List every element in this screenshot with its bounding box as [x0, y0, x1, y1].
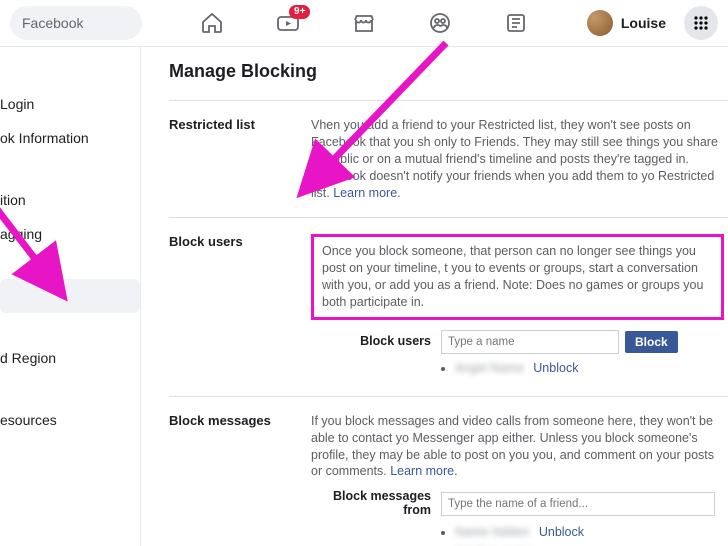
section-block-messages: Block messages If you block messages and…	[169, 396, 728, 546]
home-icon[interactable]	[200, 11, 224, 35]
block-users-desc: Once you block someone, that person can …	[311, 234, 724, 320]
avatar[interactable]	[587, 10, 613, 36]
block-messages-desc: If you block messages and video calls fr…	[311, 414, 714, 479]
apps-menu-button[interactable]	[684, 6, 718, 40]
watch-icon[interactable]: 9+	[276, 11, 300, 35]
top-bar: Facebook 9+ Louise	[0, 0, 728, 47]
news-icon[interactable]	[504, 11, 528, 35]
top-nav: 9+	[142, 11, 587, 35]
unblock-link[interactable]: Unblock	[539, 525, 584, 539]
sidebar-item-tagging[interactable]: agging	[0, 217, 140, 251]
main-content: Manage Blocking Restricted list Vhen you…	[141, 47, 728, 546]
block-button[interactable]: Block	[625, 331, 678, 353]
blocked-msg-name: Name hidden	[455, 525, 529, 539]
unblock-link[interactable]: Unblock	[533, 361, 578, 375]
section-label: Restricted list	[169, 117, 311, 201]
section-body: Vhen you add a friend to your Restricted…	[311, 117, 728, 201]
section-body: If you block messages and video calls fr…	[311, 413, 728, 546]
sidebar-item-blocking[interactable]	[0, 279, 140, 313]
settings-sidebar: Login ok Information ition agging d Regi…	[0, 47, 141, 546]
sidebar-item-resources[interactable]: esources	[0, 403, 140, 437]
section-label: Block users	[169, 234, 311, 379]
groups-icon[interactable]	[428, 11, 452, 35]
learn-more-link[interactable]: Learn more.	[390, 464, 457, 478]
sidebar-item-region[interactable]: d Region	[0, 341, 140, 375]
page-title: Manage Blocking	[169, 61, 728, 82]
section-restricted: Restricted list Vhen you add a friend to…	[169, 100, 728, 217]
marketplace-icon[interactable]	[352, 11, 376, 35]
block-messages-form-label: Block messages from	[311, 490, 441, 518]
block-users-input[interactable]	[441, 330, 619, 354]
user-name[interactable]: Louise	[621, 15, 666, 31]
block-messages-input[interactable]	[441, 492, 715, 516]
user-area: Louise	[587, 6, 718, 40]
section-block-users: Block users Once you block someone, that…	[169, 217, 728, 395]
block-users-form-label: Block users	[311, 333, 441, 350]
watch-badge: 9+	[289, 5, 310, 19]
sidebar-item-login[interactable]: Login	[0, 87, 140, 121]
sidebar-item-ition[interactable]: ition	[0, 183, 140, 217]
section-label: Block messages	[169, 413, 311, 546]
blocked-user-name: Angel Name	[455, 361, 524, 375]
section-body: Once you block someone, that person can …	[311, 234, 728, 379]
sidebar-item-info[interactable]: ok Information	[0, 121, 140, 155]
learn-more-link[interactable]: Learn more.	[333, 186, 400, 200]
blocked-msg-row: Name hidden Unblock	[455, 524, 728, 541]
blocked-user-row: Angel Name Unblock	[455, 360, 728, 377]
search-input[interactable]: Facebook	[10, 6, 142, 40]
